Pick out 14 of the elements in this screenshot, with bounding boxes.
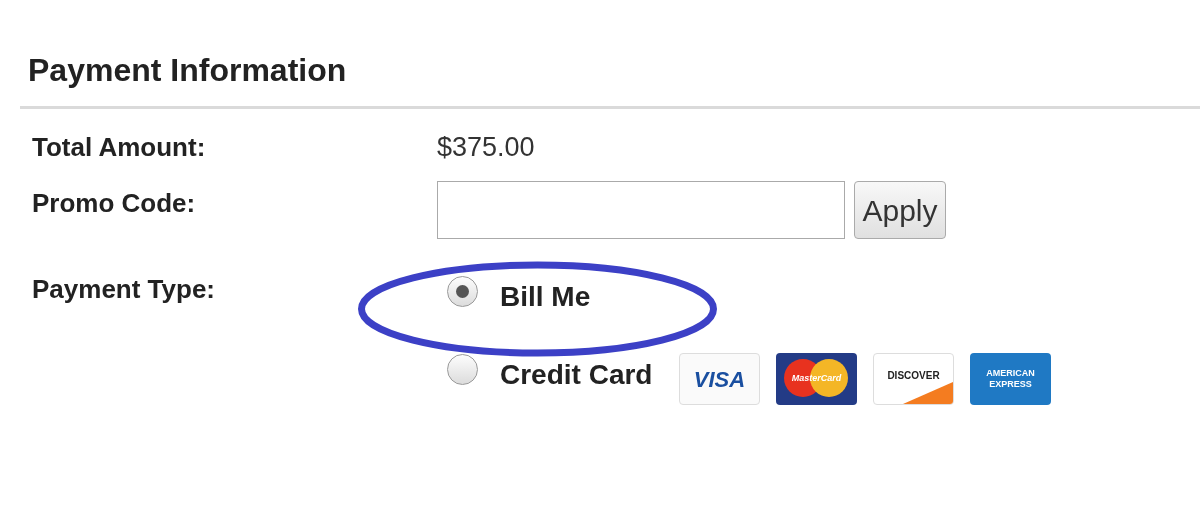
radio-button[interactable]	[447, 275, 478, 307]
total-amount-label: Total Amount:	[32, 131, 206, 163]
payment-type-label: Payment Type:	[32, 273, 215, 305]
payment-option-label[interactable]: Credit Card	[500, 358, 678, 392]
promo-code-label: Promo Code:	[32, 187, 196, 219]
radio-button[interactable]	[447, 353, 478, 385]
total-amount-value: $375.00	[437, 131, 535, 163]
amex-card-logo: AMERICAN EXPRESS	[970, 353, 1051, 405]
promo-code-field[interactable]	[437, 181, 845, 239]
discover-card-logo: DISCOVER	[873, 353, 954, 405]
visa-card-logo: VISA	[679, 353, 760, 405]
section-title: Payment Information	[28, 52, 347, 88]
payment-option-label[interactable]: Bill Me	[500, 280, 678, 314]
apply-button[interactable]: Apply	[854, 181, 946, 239]
